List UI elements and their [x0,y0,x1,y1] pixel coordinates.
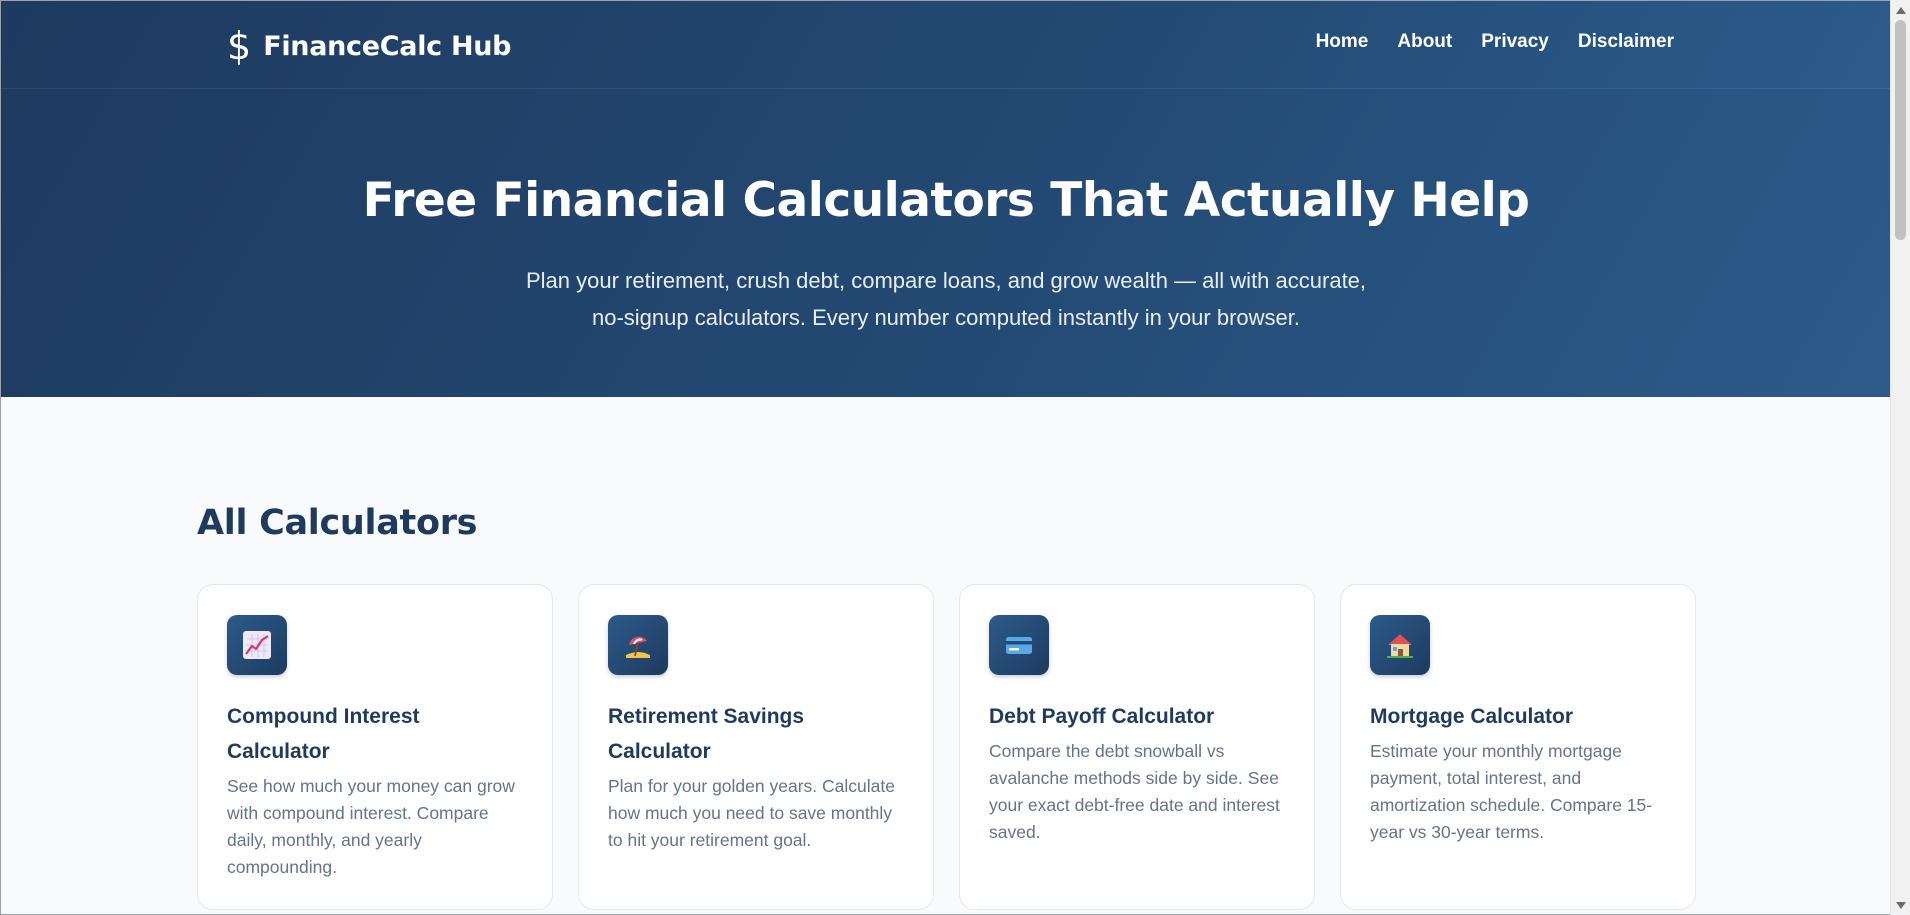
hero-title: Free Financial Calculators That Actually… [362,173,1530,228]
brand-name: FinanceCalc Hub [263,30,512,62]
card-compound-interest[interactable]: Compound Interest Calculator See how muc… [197,584,553,910]
card-title: Retirement Savings Calculator [608,705,805,763]
card-title: Debt Payoff Calculator [989,705,1215,728]
browser-viewport: Free Financial Calculators That Actually… [0,0,1890,915]
card-title: Mortgage Calculator [1370,705,1574,728]
house-icon [1370,615,1430,675]
scroll-down-arrow-icon[interactable] [1896,902,1906,909]
calculator-cards: Compound Interest Calculator See how muc… [197,584,1696,910]
beach-umbrella-icon [608,615,668,675]
card-debt-payoff[interactable]: Debt Payoff Calculator Compare the debt … [959,584,1315,910]
hero-subtitle-line-2: no-signup calculators. Every number comp… [591,305,1300,330]
nav-link-about[interactable]: About [1397,31,1452,53]
scrollbar-thumb[interactable] [1895,20,1906,240]
card-title: Compound Interest Calculator [227,705,420,763]
card-mortgage[interactable]: Mortgage Calculator Estimate your monthl… [1340,584,1696,910]
scroll-up-arrow-icon[interactable] [1896,7,1906,14]
dollar-sign-icon: $ [227,24,252,68]
chart-increasing-icon [227,615,287,675]
vertical-scrollbar[interactable] [1890,0,1910,915]
nav-link-home[interactable]: Home [1316,31,1369,53]
main-nav: Home About Privacy Disclaimer [1316,31,1674,53]
card-description: Estimate your monthly mortgage payment, … [1370,741,1653,842]
card-description: Compare the debt snowball vs avalanche m… [989,741,1280,842]
card-description: Plan for your golden years. Calculate ho… [608,776,895,850]
hero-subtitle: Plan your retirement, crush debt, compar… [1,262,1890,336]
card-retirement-savings[interactable]: Retirement Savings Calculator Plan for y… [578,584,934,910]
nav-link-disclaimer[interactable]: Disclaimer [1578,31,1674,53]
credit-card-icon [989,615,1049,675]
card-description: See how much your money can grow with co… [227,776,515,877]
section-title: All Calculators [197,503,478,543]
hero-subtitle-line-1: Plan your retirement, crush debt, compar… [525,268,1367,293]
brand-logo-link[interactable]: $ FinanceCalc Hub [227,23,512,69]
site-header: $ FinanceCalc Hub Home About Privacy Dis… [1,1,1890,89]
nav-link-privacy[interactable]: Privacy [1481,31,1549,53]
